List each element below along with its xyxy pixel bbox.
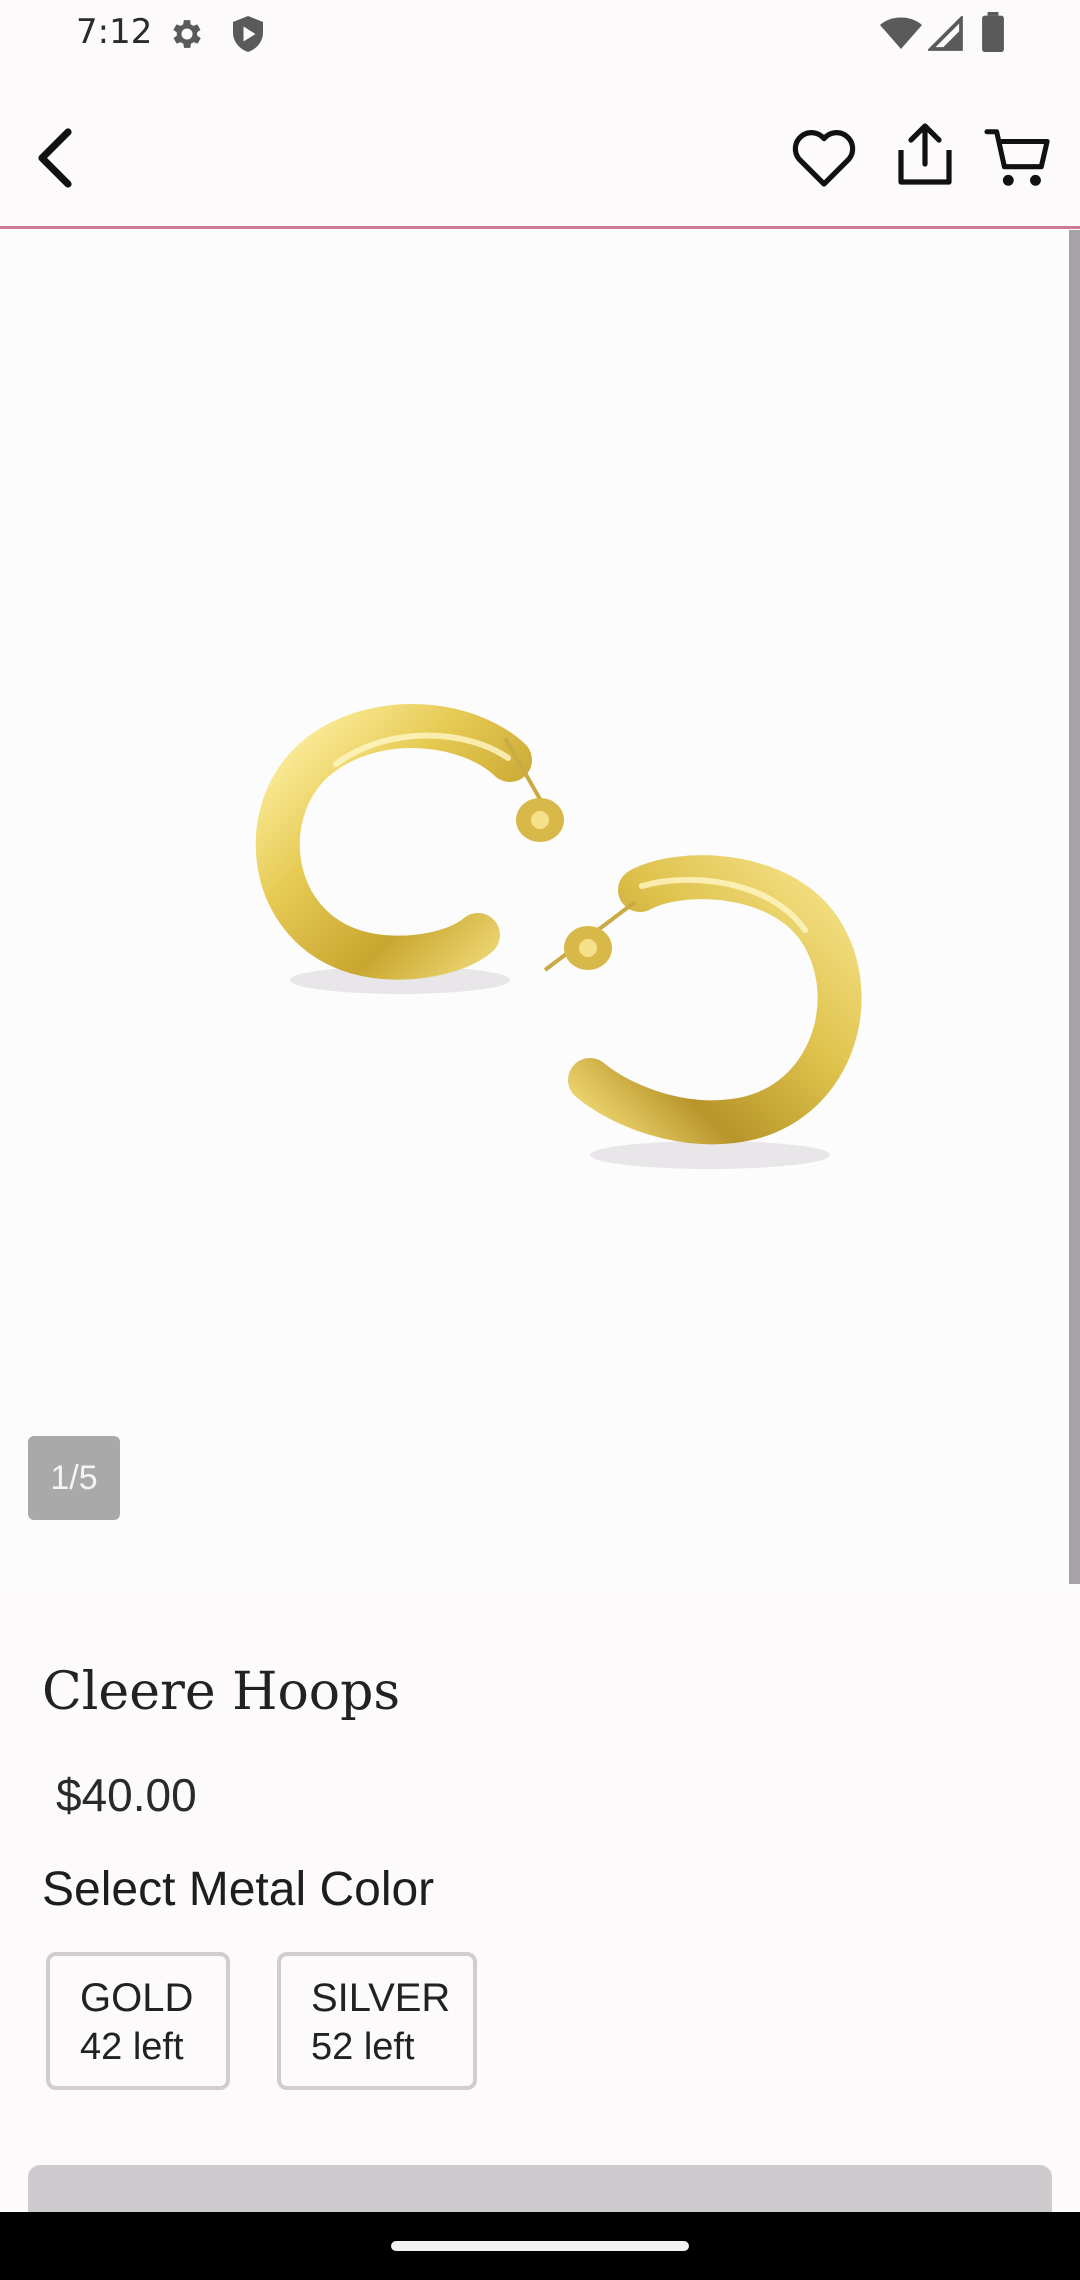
back-arrow-icon[interactable]: [28, 126, 84, 190]
heart-icon[interactable]: [790, 126, 858, 190]
shield-icon: [233, 16, 263, 52]
status-bar: 7:12: [0, 0, 1080, 70]
product-title: Cleere Hoops: [42, 1662, 401, 1722]
page-scrollbar[interactable]: [1069, 230, 1080, 1584]
share-icon[interactable]: [894, 120, 956, 188]
gold-hoop-earrings-image: [255, 704, 862, 1169]
gear-icon: [173, 20, 201, 48]
select-metal-color-label: Select Metal Color: [42, 1863, 435, 1916]
wifi-icon: [880, 17, 922, 49]
option-name: SILVER: [311, 1976, 451, 2020]
product-price: $40.00: [56, 1769, 197, 1821]
metal-option-gold[interactable]: GOLD 42 left: [46, 1952, 230, 2090]
home-gesture-pill[interactable]: [391, 2241, 689, 2251]
option-name: GOLD: [80, 1976, 194, 2020]
product-detail-screen: 7:12 1/5 Cleere Hoops $40.00 Select Meta…: [0, 0, 1080, 2280]
option-stock: 52 left: [311, 2026, 415, 2068]
battery-icon: [982, 12, 1004, 52]
metal-option-silver[interactable]: SILVER 52 left: [277, 1952, 477, 2090]
cart-icon[interactable]: [984, 124, 1052, 190]
option-stock: 42 left: [80, 2026, 184, 2068]
status-time: 7:12: [76, 12, 153, 52]
image-counter-badge: 1/5: [28, 1436, 120, 1520]
app-bar-divider: [0, 226, 1080, 229]
signal-icon: [928, 16, 963, 51]
